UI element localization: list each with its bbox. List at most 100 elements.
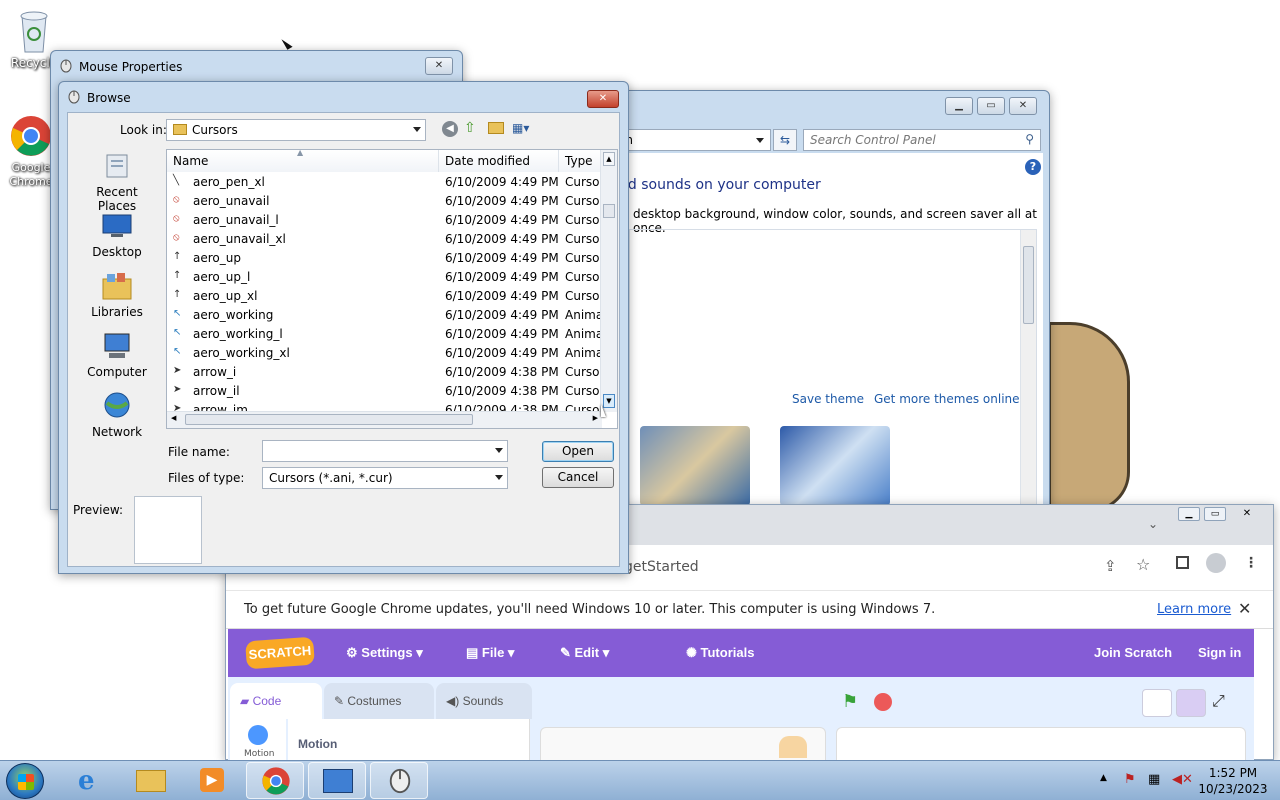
taskbar-explorer[interactable] (122, 762, 180, 799)
theme-list-scrollbar[interactable] (1020, 230, 1036, 514)
menu-settings[interactable]: ⚙ Settings ▾ (346, 645, 423, 661)
stage-area[interactable] (836, 727, 1246, 761)
place-network[interactable]: Network (76, 391, 158, 439)
tab-search-icon[interactable]: ⌄ (1148, 517, 1158, 531)
share-icon[interactable]: ⇪ (1104, 557, 1117, 575)
maximize-button[interactable]: ▭ (977, 97, 1005, 115)
file-date: 6/10/2009 4:49 PM (445, 251, 559, 265)
file-row[interactable]: ↖ aero_working_l 6/10/2009 4:49 PM Anima (167, 324, 602, 343)
place-desktop[interactable]: Desktop (76, 211, 158, 259)
menu-edit[interactable]: ✎ Edit ▾ (560, 645, 609, 661)
taskbar-chrome[interactable] (246, 762, 304, 799)
view-menu-icon[interactable]: ▦▾ (512, 121, 529, 135)
look-in-select[interactable]: Cursors (166, 119, 426, 141)
profile-avatar-icon[interactable] (1206, 553, 1226, 573)
internet-explorer-icon: e (78, 766, 95, 796)
tab-costumes[interactable]: ✎ Costumes (324, 683, 434, 719)
join-scratch-link[interactable]: Join Scratch (1094, 645, 1172, 660)
file-type: Anima (565, 308, 602, 322)
place-computer[interactable]: Computer (76, 331, 158, 379)
menu-file[interactable]: ▤ File ▾ (466, 645, 514, 661)
file-row[interactable]: ↑ aero_up 6/10/2009 4:49 PM Cursor (167, 248, 602, 267)
learn-more-link[interactable]: Learn more (1157, 602, 1231, 617)
files-of-type-select[interactable]: Cursors (*.ani, *.cur) (262, 467, 508, 489)
libraries-icon (102, 273, 132, 300)
file-row[interactable]: ➤ arrow_i 6/10/2009 4:38 PM Cursor (167, 362, 602, 381)
motion-category-dot[interactable] (248, 725, 268, 745)
horizontal-scroll-thumb[interactable] (185, 414, 473, 425)
open-button[interactable]: Open (542, 441, 614, 462)
pencil-icon: ✎ (560, 645, 575, 660)
file-row[interactable]: ↑ aero_up_xl 6/10/2009 4:49 PM Cursor (167, 286, 602, 305)
theme-thumbnail[interactable] (640, 426, 750, 506)
vertical-scrollbar[interactable]: ▲ ▼ (600, 150, 617, 412)
file-row[interactable]: ➤ arrow_il 6/10/2009 4:38 PM Cursor (167, 381, 602, 400)
start-button[interactable] (6, 763, 44, 799)
show-hidden-icons-icon[interactable]: ▲ (1100, 773, 1107, 783)
menu-tutorials[interactable]: ✺ Tutorials (686, 645, 754, 661)
sign-in-link[interactable]: Sign in (1198, 645, 1241, 660)
side-panel-icon[interactable] (1176, 556, 1189, 569)
green-flag-icon[interactable]: ⚑ (842, 691, 858, 712)
more-menu-icon[interactable]: ⋮ (1244, 555, 1258, 571)
mouse-icon (60, 59, 72, 73)
scroll-up-icon[interactable]: ▲ (603, 152, 615, 166)
cancel-button[interactable]: Cancel (542, 467, 614, 488)
help-icon[interactable]: ? (1025, 159, 1041, 175)
volume-muted-icon[interactable]: ◀✕ (1172, 772, 1193, 787)
network-status-icon[interactable]: ▦ (1148, 772, 1160, 787)
taskbar-mouse-properties[interactable] (370, 762, 428, 799)
normal-stage-button[interactable] (1176, 689, 1206, 717)
close-button[interactable]: ✕ (425, 57, 453, 75)
small-stage-button[interactable] (1142, 689, 1172, 717)
file-row[interactable]: ⦸ aero_unavail 6/10/2009 4:49 PM Cursor (167, 191, 602, 210)
control-panel-icon (323, 769, 353, 793)
close-button[interactable]: ✕ (1009, 97, 1037, 115)
file-row[interactable]: ╲ aero_pen_xl 6/10/2009 4:49 PM Cursor (167, 172, 602, 191)
search-input[interactable]: Search Control Panel ⚲ (803, 129, 1041, 151)
horizontal-scrollbar[interactable]: ◀ ▶ (167, 411, 602, 428)
column-header-date[interactable]: Date modified (439, 150, 559, 172)
bookmark-star-icon[interactable]: ☆ (1136, 555, 1150, 574)
up-folder-icon[interactable]: ⇧ (464, 120, 476, 136)
file-name-input[interactable] (262, 440, 508, 462)
tray-clock[interactable]: 1:52 PM 10/23/2023 (1196, 765, 1270, 797)
script-area[interactable] (540, 727, 826, 761)
close-button[interactable]: ✕ (587, 90, 619, 108)
place-libraries[interactable]: Libraries (76, 271, 158, 319)
file-row[interactable]: ↖ aero_working_xl 6/10/2009 4:49 PM Anima (167, 343, 602, 362)
theme-thumbnail[interactable] (780, 426, 890, 506)
file-row[interactable]: ⦸ aero_unavail_l 6/10/2009 4:49 PM Cursor (167, 210, 602, 229)
close-button[interactable]: ✕ (1234, 507, 1260, 521)
omnibox-url[interactable]: getStarted (624, 559, 699, 575)
get-more-themes-link[interactable]: Get more themes online (874, 392, 1020, 406)
file-row[interactable]: ⦸ aero_unavail_xl 6/10/2009 4:49 PM Cursor (167, 229, 602, 248)
tab-sounds[interactable]: ◀) Sounds (436, 683, 532, 719)
taskbar-control-panel[interactable] (308, 762, 366, 799)
column-header-name[interactable]: Name ▲ (167, 150, 439, 172)
minimize-button[interactable]: ▁ (1178, 507, 1200, 521)
control-panel-content: ? nd sounds on your computer desktop bac… (607, 153, 1043, 515)
file-date: 6/10/2009 4:49 PM (445, 194, 559, 208)
minimize-button[interactable]: ▁ (945, 97, 973, 115)
file-row[interactable]: ↑ aero_up_l 6/10/2009 4:49 PM Cursor (167, 267, 602, 286)
fullscreen-icon[interactable]: ⤢ (1212, 691, 1225, 711)
address-bar[interactable]: on (611, 129, 771, 151)
scratch-sprite-shape (1048, 322, 1130, 512)
tab-code[interactable]: ▰ Code (230, 683, 322, 719)
scratch-logo[interactable]: SCRATCH (245, 636, 315, 670)
scroll-thumb[interactable] (603, 204, 615, 218)
file-row[interactable]: ↖ aero_working 6/10/2009 4:49 PM Anima (167, 305, 602, 324)
action-center-icon[interactable]: ⚑ (1124, 772, 1136, 787)
control-panel-titlebar: ▁ ▭ ✕ (601, 91, 1049, 121)
refresh-button[interactable]: ⇆ (773, 129, 797, 151)
taskbar-ie[interactable]: e (62, 762, 120, 799)
back-icon[interactable]: ◀ (442, 121, 458, 137)
save-theme-link[interactable]: Save theme (792, 392, 864, 406)
new-folder-icon[interactable] (488, 122, 504, 134)
place-recent-places[interactable]: Recent Places (76, 151, 158, 213)
maximize-button[interactable]: ▭ (1204, 507, 1226, 521)
infobar-close-icon[interactable]: ✕ (1238, 599, 1251, 618)
stop-sign-icon[interactable] (874, 693, 892, 711)
taskbar-media-player[interactable]: ▶ (182, 762, 240, 799)
